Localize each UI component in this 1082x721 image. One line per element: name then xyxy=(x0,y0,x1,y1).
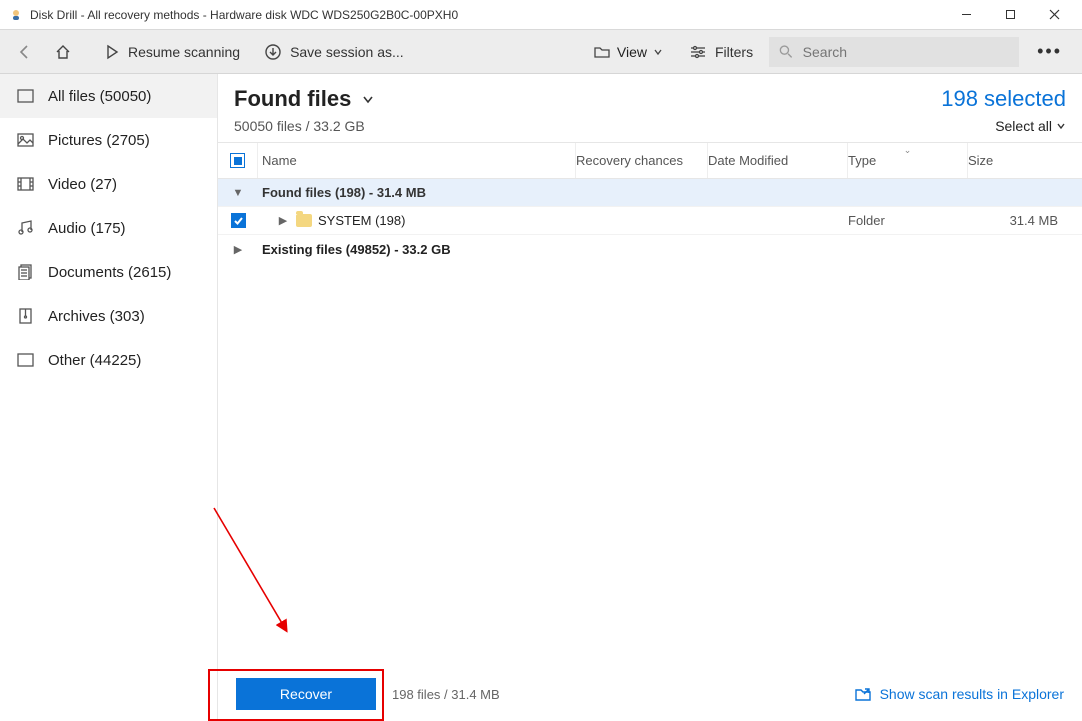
more-menu-button[interactable]: ••• xyxy=(1025,35,1074,68)
content-area: Found files 50050 files / 33.2 GB 198 se… xyxy=(218,74,1082,721)
titlebar: Disk Drill - All recovery methods - Hard… xyxy=(0,0,1082,30)
maximize-button[interactable] xyxy=(988,0,1032,30)
sidebar-item-label: All files (50050) xyxy=(48,88,151,105)
chevron-down-icon xyxy=(653,47,663,57)
open-external-icon xyxy=(854,686,872,702)
header-checkbox[interactable] xyxy=(218,143,258,178)
page-subtitle: 50050 files / 33.2 GB xyxy=(234,118,375,134)
home-button[interactable] xyxy=(46,37,80,67)
row-type: Folder xyxy=(848,213,968,228)
app-icon xyxy=(8,7,24,23)
footer-info: 198 files / 31.4 MB xyxy=(392,687,500,702)
resume-scanning-button[interactable]: Resume scanning xyxy=(94,38,250,66)
save-session-button[interactable]: Save session as... xyxy=(254,37,414,67)
column-date[interactable]: Date Modified xyxy=(708,143,848,178)
folder-icon xyxy=(593,44,611,60)
row-size: 31.4 MB xyxy=(968,213,1082,228)
sidebar-item-label: Audio (175) xyxy=(48,220,126,237)
view-dropdown[interactable]: View xyxy=(583,38,673,66)
sidebar-item-all-files[interactable]: All files (50050) xyxy=(0,74,217,118)
column-type[interactable]: ⌄Type xyxy=(848,143,968,178)
chevron-down-icon[interactable] xyxy=(361,92,375,106)
toolbar: Resume scanning Save session as... View … xyxy=(0,30,1082,74)
filters-icon xyxy=(689,44,707,60)
select-all-button[interactable]: Select all xyxy=(995,118,1066,134)
resume-scanning-label: Resume scanning xyxy=(128,44,240,60)
sidebar-item-label: Other (44225) xyxy=(48,352,141,369)
video-icon xyxy=(16,175,34,193)
search-icon xyxy=(779,44,793,59)
table-header: Name Recovery chances Date Modified ⌄Typ… xyxy=(218,143,1082,179)
selected-count: 198 selected xyxy=(941,86,1066,112)
group-label: Found files (198) - 31.4 MB xyxy=(262,185,426,200)
sidebar-item-label: Archives (303) xyxy=(48,308,145,325)
sidebar-item-documents[interactable]: Documents (2615) xyxy=(0,250,217,294)
sidebar-item-video[interactable]: Video (27) xyxy=(0,162,217,206)
column-name[interactable]: Name xyxy=(258,143,576,178)
results-table: Name Recovery chances Date Modified ⌄Typ… xyxy=(218,142,1082,263)
group-label: Existing files (49852) - 33.2 GB xyxy=(262,242,451,257)
search-box[interactable] xyxy=(769,37,1019,67)
archives-icon xyxy=(16,307,34,325)
play-icon xyxy=(104,44,120,60)
column-recovery[interactable]: Recovery chances xyxy=(576,143,708,178)
back-button[interactable] xyxy=(8,37,42,67)
filters-label: Filters xyxy=(715,44,753,60)
close-button[interactable] xyxy=(1032,0,1076,30)
download-icon xyxy=(264,43,282,61)
audio-icon xyxy=(16,219,34,237)
sidebar: All files (50050) Pictures (2705) Video … xyxy=(0,74,218,721)
pictures-icon xyxy=(16,131,34,149)
expand-arrow-icon[interactable]: ▶ xyxy=(276,214,290,227)
search-input[interactable] xyxy=(801,43,1009,61)
view-label: View xyxy=(617,44,647,60)
filters-button[interactable]: Filters xyxy=(679,38,763,66)
sidebar-item-label: Pictures (2705) xyxy=(48,132,150,149)
page-title: Found files xyxy=(234,86,351,112)
sidebar-item-other[interactable]: Other (44225) xyxy=(0,338,217,382)
sort-indicator-icon: ⌄ xyxy=(904,145,912,156)
sidebar-item-pictures[interactable]: Pictures (2705) xyxy=(0,118,217,162)
group-row-existing-files[interactable]: ▶ Existing files (49852) - 33.2 GB xyxy=(218,235,1082,263)
annotation-arrow xyxy=(212,506,302,646)
table-row[interactable]: ▶ SYSTEM (198) Folder 31.4 MB xyxy=(218,207,1082,235)
window-controls xyxy=(944,0,1076,30)
group-row-found-files[interactable]: ▼ Found files (198) - 31.4 MB xyxy=(218,179,1082,207)
window-title: Disk Drill - All recovery methods - Hard… xyxy=(30,8,458,22)
collapse-arrow-icon[interactable]: ▼ xyxy=(231,187,245,199)
sidebar-item-archives[interactable]: Archives (303) xyxy=(0,294,217,338)
sidebar-item-label: Video (27) xyxy=(48,176,117,193)
row-checkbox[interactable] xyxy=(231,213,246,228)
save-session-label: Save session as... xyxy=(290,44,404,60)
sidebar-item-label: Documents (2615) xyxy=(48,264,171,281)
other-icon xyxy=(16,351,34,369)
sidebar-item-audio[interactable]: Audio (175) xyxy=(0,206,217,250)
show-in-explorer-label: Show scan results in Explorer xyxy=(880,686,1064,702)
show-in-explorer-link[interactable]: Show scan results in Explorer xyxy=(854,686,1064,702)
row-name: SYSTEM (198) xyxy=(318,213,405,228)
folder-icon xyxy=(296,214,312,227)
all-files-icon xyxy=(16,87,34,105)
checkbox-partial-icon xyxy=(230,153,245,168)
column-size[interactable]: Size xyxy=(968,143,1082,178)
select-all-label: Select all xyxy=(995,118,1052,134)
recover-button[interactable]: Recover xyxy=(236,678,376,710)
footer: Recover 198 files / 31.4 MB Show scan re… xyxy=(218,667,1082,721)
documents-icon xyxy=(16,263,34,281)
expand-arrow-icon[interactable]: ▶ xyxy=(231,243,245,256)
minimize-button[interactable] xyxy=(944,0,988,30)
chevron-down-icon xyxy=(1056,121,1066,131)
